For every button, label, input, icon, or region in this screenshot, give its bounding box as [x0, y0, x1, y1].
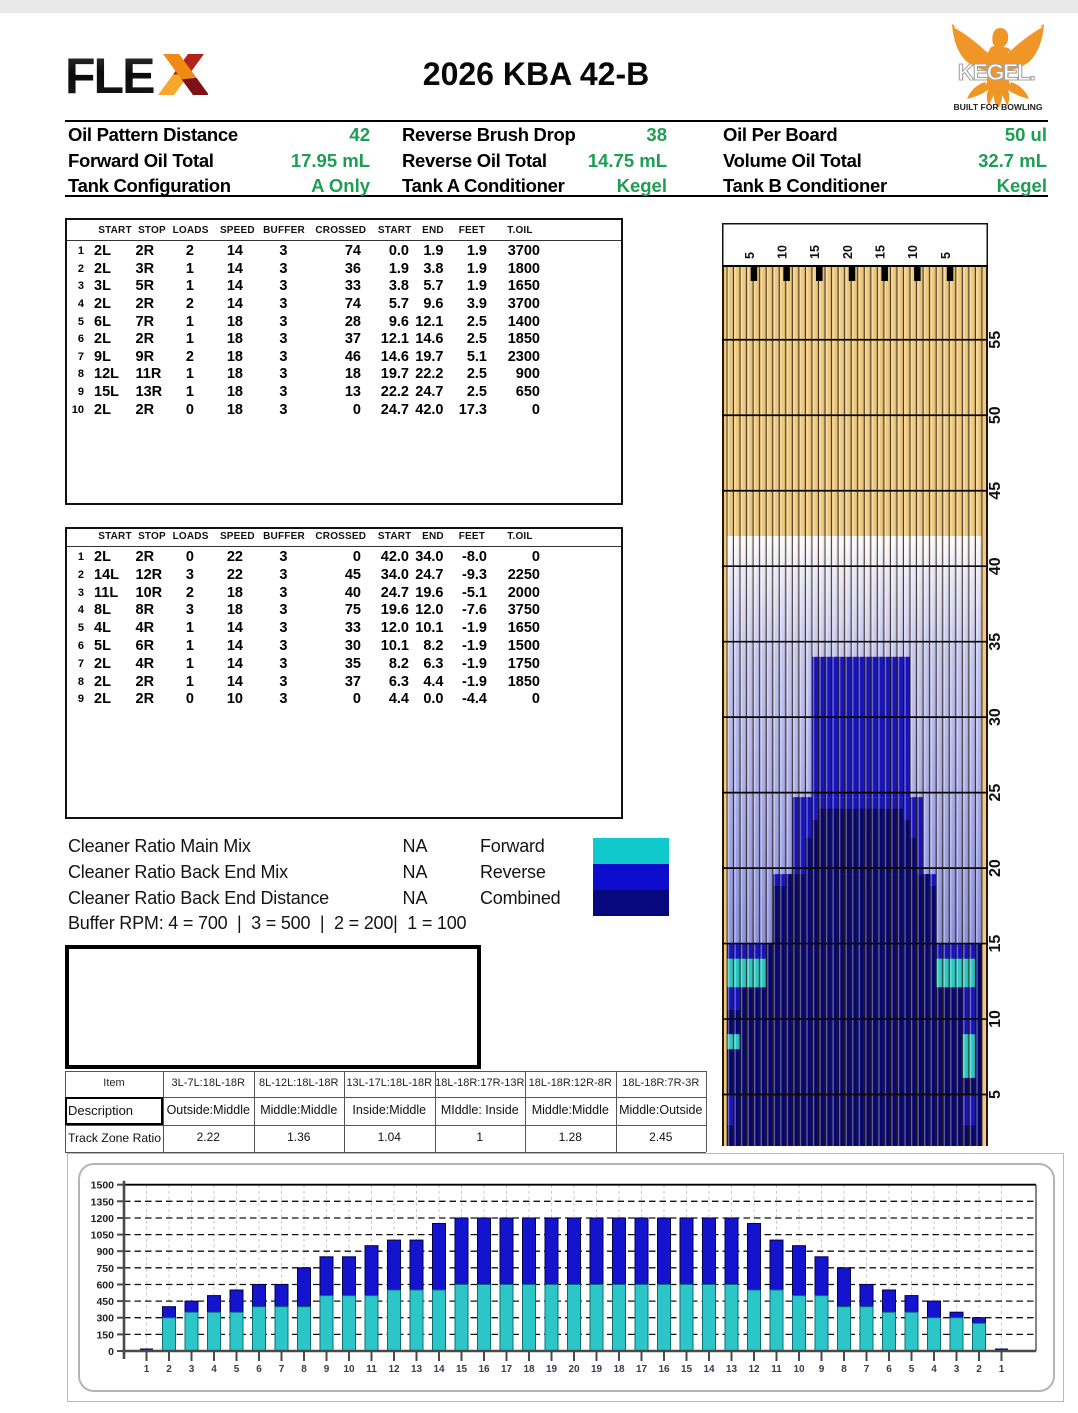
svg-text:15: 15: [987, 935, 1004, 953]
svg-text:9: 9: [819, 1364, 825, 1375]
svg-text:13: 13: [411, 1364, 423, 1375]
svg-text:5: 5: [743, 252, 757, 259]
svg-text:1050: 1050: [91, 1230, 115, 1242]
svg-text:12: 12: [388, 1364, 400, 1375]
svg-text:15: 15: [456, 1364, 468, 1375]
svg-text:450: 450: [96, 1296, 114, 1308]
svg-text:3: 3: [954, 1364, 960, 1375]
svg-text:13: 13: [726, 1364, 738, 1375]
svg-text:8: 8: [841, 1364, 847, 1375]
svg-text:10: 10: [906, 245, 920, 259]
svg-text:8: 8: [301, 1364, 307, 1375]
svg-text:20: 20: [568, 1364, 580, 1375]
svg-text:10: 10: [987, 1010, 1004, 1028]
svg-text:5: 5: [939, 252, 953, 259]
svg-text:4: 4: [211, 1364, 217, 1375]
svg-text:40: 40: [987, 557, 1004, 575]
svg-text:1: 1: [999, 1364, 1005, 1375]
svg-text:55: 55: [987, 331, 1004, 349]
svg-text:BUILT FOR BOWLING: BUILT FOR BOWLING: [953, 102, 1042, 112]
svg-text:10: 10: [775, 245, 789, 259]
svg-text:14: 14: [433, 1364, 445, 1375]
svg-text:20: 20: [841, 245, 855, 259]
svg-text:7: 7: [864, 1364, 870, 1375]
svg-text:15: 15: [874, 245, 888, 259]
svg-text:750: 750: [96, 1263, 114, 1275]
svg-text:0: 0: [108, 1346, 114, 1358]
svg-text:35: 35: [987, 633, 1004, 651]
svg-text:18: 18: [523, 1364, 535, 1375]
svg-text:150: 150: [96, 1329, 114, 1341]
svg-text:14: 14: [703, 1364, 715, 1375]
svg-text:900: 900: [96, 1246, 114, 1258]
svg-text:30: 30: [987, 708, 1004, 726]
svg-text:7: 7: [279, 1364, 285, 1375]
svg-text:5: 5: [234, 1364, 240, 1375]
svg-text:5: 5: [987, 1090, 1004, 1099]
svg-text:10: 10: [343, 1364, 355, 1375]
svg-text:2: 2: [166, 1364, 172, 1375]
svg-text:16: 16: [478, 1364, 490, 1375]
svg-text:19: 19: [591, 1364, 603, 1375]
svg-text:20: 20: [987, 859, 1004, 877]
svg-text:50: 50: [987, 406, 1004, 424]
svg-text:17: 17: [501, 1364, 513, 1375]
svg-text:6: 6: [886, 1364, 892, 1375]
svg-text:17: 17: [636, 1364, 648, 1375]
svg-text:25: 25: [987, 784, 1004, 802]
svg-text:11: 11: [366, 1364, 377, 1375]
svg-text:19: 19: [546, 1364, 558, 1375]
svg-text:1200: 1200: [91, 1213, 115, 1225]
svg-text:16: 16: [658, 1364, 670, 1375]
svg-text:5: 5: [909, 1364, 915, 1375]
svg-text:11: 11: [771, 1364, 782, 1375]
svg-text:2: 2: [976, 1364, 982, 1375]
svg-text:1350: 1350: [91, 1196, 115, 1208]
svg-text:15: 15: [681, 1364, 693, 1375]
svg-text:600: 600: [96, 1280, 114, 1292]
svg-text:18: 18: [613, 1364, 625, 1375]
svg-text:9: 9: [324, 1364, 330, 1375]
svg-text:4: 4: [931, 1364, 937, 1375]
svg-text:300: 300: [96, 1313, 114, 1325]
svg-text:10: 10: [793, 1364, 805, 1375]
svg-text:3: 3: [189, 1364, 195, 1375]
svg-text:1: 1: [144, 1364, 150, 1375]
svg-text:45: 45: [987, 482, 1004, 500]
svg-text:KEGEL.: KEGEL.: [958, 59, 1035, 85]
svg-text:15: 15: [808, 245, 822, 259]
svg-text:12: 12: [748, 1364, 760, 1375]
svg-text:1500: 1500: [91, 1180, 115, 1192]
svg-text:6: 6: [256, 1364, 262, 1375]
